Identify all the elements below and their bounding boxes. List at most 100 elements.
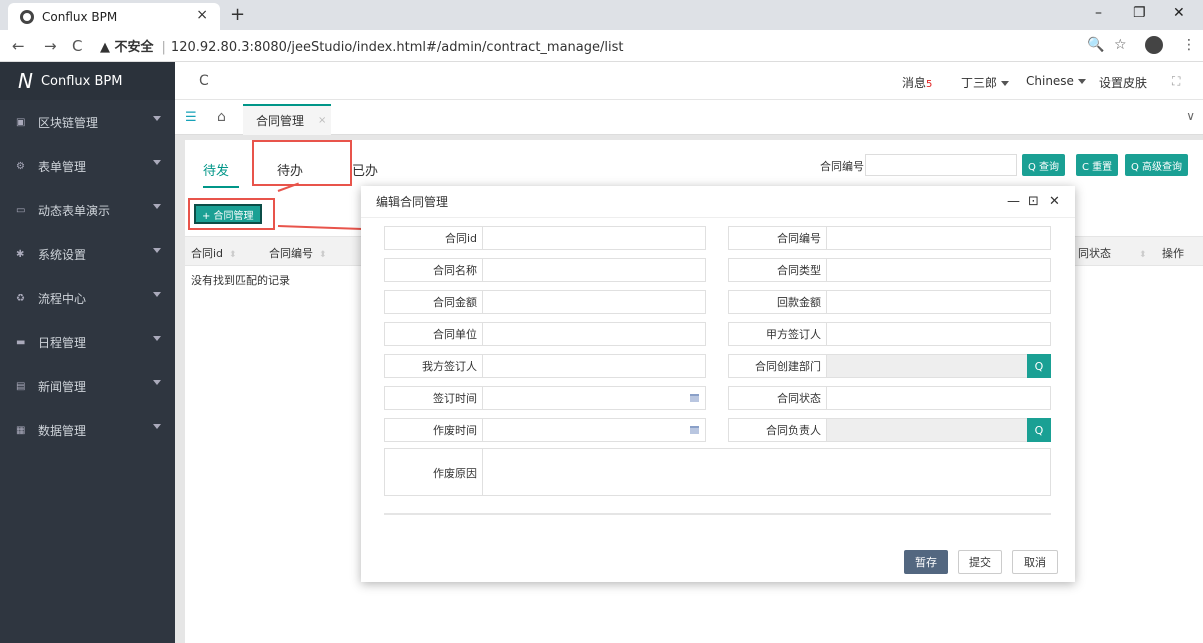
refresh-icon[interactable]: C	[199, 73, 209, 89]
field-contract-no: 合同编号	[728, 226, 1051, 250]
subtab-pending-send[interactable]: 待发	[203, 160, 229, 179]
column-header-no[interactable]: 合同编号 ⬍	[269, 245, 327, 261]
caret-down-icon	[153, 336, 161, 341]
contract-id-input[interactable]	[483, 227, 705, 249]
field-label: 作废时间	[385, 419, 483, 441]
newspaper-icon: ▤	[16, 380, 26, 392]
add-contract-button[interactable]: + 合同管理	[194, 204, 262, 224]
field-label: 签订时间	[385, 387, 483, 409]
reload-icon[interactable]: C	[72, 37, 82, 55]
security-warning[interactable]: ▲ 不安全	[100, 40, 154, 55]
sidebar-item-label: 新闻管理	[38, 379, 87, 394]
sidebar-item-label: 系统设置	[38, 247, 87, 262]
address-bar: ← → C ▲ 不安全 | 120.92.80.3:8080/jeeStudio/i…	[0, 30, 1203, 62]
chevron-down-icon[interactable]: ∨	[1186, 109, 1195, 123]
language-menu[interactable]: Chinese	[1026, 74, 1086, 88]
sidebar-item-dynamic-forms[interactable]: ▭ 动态表单演示	[0, 188, 175, 232]
contract-no-input[interactable]	[827, 227, 1050, 249]
save-draft-button[interactable]: 暂存	[904, 550, 948, 574]
highlight-box-todo	[252, 140, 352, 186]
window-close-icon[interactable]: ✕	[1173, 5, 1185, 21]
field-contract-amount: 合同金额	[384, 290, 706, 314]
menu-toggle-icon[interactable]: ☰	[185, 110, 197, 125]
modal-header: 编辑合同管理 — ⊡ ✕	[361, 186, 1075, 218]
tab-contract-manage[interactable]: 合同管理 ×	[243, 104, 331, 135]
account-icon[interactable]	[1145, 36, 1163, 54]
field-label: 合同编号	[729, 227, 827, 249]
sidebar-item-label: 区块链管理	[38, 115, 99, 130]
close-tab-icon[interactable]: ×	[318, 115, 326, 126]
messages-link[interactable]: 消息5	[902, 74, 932, 91]
column-header-id[interactable]: 合同id ⬍	[191, 245, 237, 261]
contract-status-input[interactable]	[827, 387, 1050, 409]
calendar-icon[interactable]	[690, 426, 699, 434]
active-tab-underline	[203, 186, 239, 188]
column-header-status[interactable]: 同状态 ⬍	[1078, 245, 1147, 261]
contract-unit-input[interactable]	[483, 323, 705, 345]
reset-button[interactable]: C 重置	[1076, 154, 1119, 176]
user-menu[interactable]: 丁三郎	[961, 74, 1010, 91]
contract-amount-input[interactable]	[483, 291, 705, 313]
sidebar: N Conflux BPM ▣ 区块链管理 ⚙ 表单管理 ▭ 动态表单演示 ✱ 系统设置…	[0, 62, 175, 643]
sidebar-item-label: 流程中心	[38, 291, 87, 306]
caret-down-icon	[153, 116, 161, 121]
minimize-icon[interactable]: –	[1095, 5, 1102, 21]
zoom-icon[interactable]: 🔍	[1087, 37, 1104, 53]
skin-settings-link[interactable]: 设置皮肤	[1099, 74, 1147, 91]
contract-no-search-input[interactable]	[865, 154, 1017, 176]
sidebar-item-settings[interactable]: ✱ 系统设置	[0, 232, 175, 276]
modal-title: 编辑合同管理	[376, 195, 449, 209]
field-label: 甲方签订人	[729, 323, 827, 345]
more-icon[interactable]: ⋮	[1182, 37, 1196, 53]
search-icon[interactable]: Q	[1027, 418, 1051, 442]
caret-down-icon	[1001, 81, 1010, 86]
field-label: 合同负责人	[729, 419, 827, 441]
minimize-icon[interactable]: —	[1007, 194, 1020, 209]
new-tab-icon[interactable]: +	[230, 4, 245, 25]
sidebar-item-data[interactable]: ▦ 数据管理	[0, 408, 175, 452]
search-icon[interactable]: Q	[1027, 354, 1051, 378]
our-signer-input[interactable]	[483, 355, 705, 377]
refund-amount-input[interactable]	[827, 291, 1050, 313]
caret-down-icon	[1077, 79, 1086, 84]
contract-name-input[interactable]	[483, 259, 705, 281]
advanced-search-button[interactable]: Q 高级查询	[1125, 154, 1189, 176]
home-icon[interactable]: ⌂	[217, 109, 226, 125]
browser-tab[interactable]: Conflux BPM ×	[8, 3, 220, 30]
sidebar-item-blockchain[interactable]: ▣ 区块链管理	[0, 100, 175, 144]
flag-icon: ▬	[16, 336, 26, 348]
field-contract-id: 合同id	[384, 226, 706, 250]
forward-icon[interactable]: →	[44, 37, 57, 55]
close-tab-icon[interactable]: ×	[196, 7, 208, 23]
submit-button[interactable]: 提交	[958, 550, 1002, 574]
sign-time-input[interactable]	[483, 387, 705, 409]
calendar-icon[interactable]	[690, 394, 699, 402]
url-field[interactable]: ▲ 不安全 | 120.92.80.3:8080/jeeStudio/index.h…	[100, 36, 623, 55]
contract-type-input[interactable]	[827, 259, 1050, 281]
create-dept-input[interactable]	[827, 355, 1027, 377]
caret-down-icon	[153, 292, 161, 297]
party-a-signer-input[interactable]	[827, 323, 1050, 345]
search-button[interactable]: Q 查询	[1022, 154, 1066, 176]
cancel-button[interactable]: 取消	[1012, 550, 1058, 574]
close-icon[interactable]: ✕	[1049, 194, 1060, 209]
sort-icon: ⬍	[319, 250, 327, 260]
subtab-done[interactable]: 已办	[352, 160, 378, 179]
void-time-input[interactable]	[483, 419, 705, 441]
star-icon[interactable]: ☆	[1114, 37, 1127, 53]
maximize-icon[interactable]: ⊡	[1028, 194, 1039, 209]
sidebar-item-forms[interactable]: ⚙ 表单管理	[0, 144, 175, 188]
fullscreen-icon[interactable]: ⛶	[1172, 74, 1180, 89]
field-sign-time: 签订时间	[384, 386, 706, 410]
field-label: 作废原因	[385, 449, 483, 495]
column-header-actions: 操作	[1162, 247, 1184, 260]
owner-input[interactable]	[827, 419, 1027, 441]
sidebar-item-workflow[interactable]: ♻ 流程中心	[0, 276, 175, 320]
modal-divider	[384, 513, 1051, 515]
back-icon[interactable]: ←	[12, 37, 25, 55]
restore-icon[interactable]: ❐	[1133, 5, 1146, 21]
void-reason-textarea[interactable]	[483, 449, 1050, 495]
sidebar-item-label: 动态表单演示	[38, 203, 111, 218]
sidebar-item-schedule[interactable]: ▬ 日程管理	[0, 320, 175, 364]
sidebar-item-news[interactable]: ▤ 新闻管理	[0, 364, 175, 408]
